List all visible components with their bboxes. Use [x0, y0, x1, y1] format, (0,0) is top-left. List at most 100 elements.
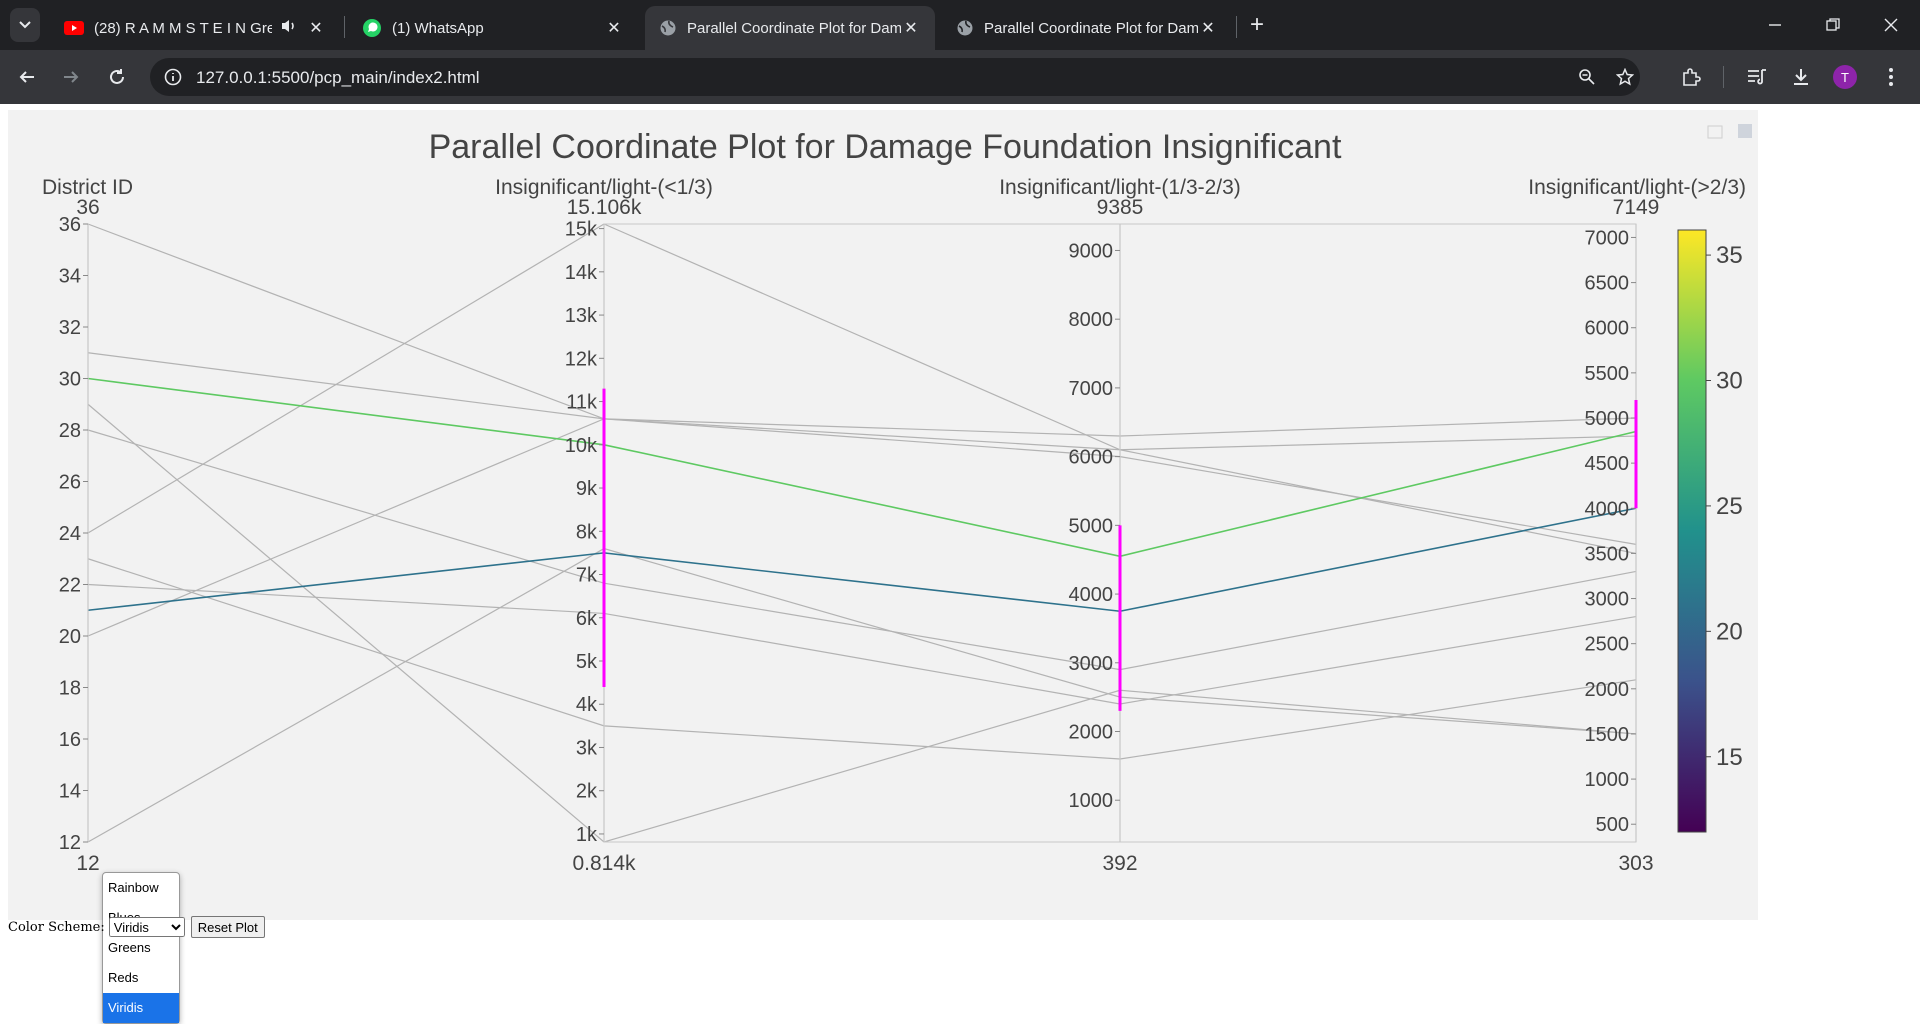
- tick-label: 24: [59, 523, 81, 545]
- dropdown-option[interactable]: Reds: [103, 963, 179, 993]
- plotly-logo-icon[interactable]: [1738, 124, 1752, 138]
- tick-label: 10k: [565, 435, 598, 457]
- star-icon[interactable]: [1616, 68, 1634, 86]
- minimize-button[interactable]: [1760, 10, 1790, 40]
- color-scheme-dropdown-list[interactable]: Rainbow Blues Greens Reds Viridis: [102, 872, 180, 1024]
- tick-label: 1500: [1585, 724, 1630, 746]
- tick-label: 13k: [565, 305, 598, 327]
- chevron-down-icon: [19, 21, 31, 29]
- tab-pcp[interactable]: Parallel Coordinate Plot for Dam ✕: [942, 6, 1232, 50]
- forward-button[interactable]: [56, 62, 86, 92]
- tab-youtube[interactable]: (28) R A M M S T E I N Great ✕: [50, 6, 340, 50]
- tick-label: 7000: [1069, 378, 1114, 400]
- back-button[interactable]: [12, 62, 42, 92]
- download-icon: [1794, 69, 1808, 85]
- polyline: [87, 223, 1637, 554]
- modebar: [1707, 124, 1752, 139]
- media-control-button[interactable]: [1742, 62, 1772, 92]
- colorbar-tick-label: 20: [1716, 618, 1743, 645]
- tick-label: 7000: [1585, 227, 1630, 249]
- url-text[interactable]: 127.0.0.1:5500/pcp_main/index2.html: [196, 68, 480, 88]
- restore-icon: [1826, 18, 1840, 31]
- tick-label: 9k: [576, 478, 598, 500]
- polyline: [87, 547, 1637, 843]
- tab-pcp-active[interactable]: Parallel Coordinate Plot for Dam ✕: [645, 6, 935, 50]
- reset-plot-button[interactable]: Reset Plot: [190, 916, 265, 938]
- tick-label: 4500: [1585, 453, 1630, 475]
- downloads-button[interactable]: [1786, 62, 1816, 92]
- tick-label: 2500: [1585, 634, 1630, 656]
- polyline: [87, 583, 1637, 705]
- tick-label: 5000: [1069, 515, 1114, 537]
- close-icon[interactable]: ✕: [1198, 18, 1218, 38]
- axis-range-bottom: 0.814k: [572, 852, 636, 875]
- tick-label: 5k: [576, 651, 598, 673]
- dropdown-option-selected[interactable]: Viridis: [103, 993, 179, 1023]
- tab-whatsapp[interactable]: (1) WhatsApp ✕: [348, 6, 638, 50]
- menu-button[interactable]: [1876, 62, 1906, 92]
- audio-playing-icon[interactable]: [280, 18, 298, 38]
- colorbar-tick-label: 35: [1716, 242, 1743, 269]
- tick-label: 22: [59, 575, 81, 597]
- tab-search-button[interactable]: [10, 8, 40, 42]
- reload-button[interactable]: [102, 62, 132, 92]
- tab-separator: [1236, 16, 1237, 38]
- tick-label: 1000: [1069, 790, 1114, 812]
- tab-title: Parallel Coordinate Plot for Dam: [687, 19, 901, 37]
- toolbar-separator: [1723, 66, 1724, 88]
- dropdown-option[interactable]: Rainbow: [103, 873, 179, 903]
- extensions-button[interactable]: [1676, 62, 1706, 92]
- color-scheme-label: Color Scheme:: [8, 919, 105, 935]
- tick-label: 26: [59, 472, 81, 494]
- tick-label: 6k: [576, 608, 598, 630]
- tick-label: 14k: [565, 262, 598, 284]
- tick-label: 34: [59, 266, 81, 288]
- tick-label: 20: [59, 626, 81, 648]
- colorbar-tick-label: 30: [1716, 368, 1743, 395]
- tick-label: 2000: [1069, 721, 1114, 743]
- zoom-icon[interactable]: [1578, 68, 1596, 86]
- axis[interactable]: Insignificant/light-(1/3-2/3)93853921000…: [999, 176, 1241, 875]
- close-window-button[interactable]: [1876, 10, 1906, 40]
- tick-label: 4000: [1069, 584, 1114, 606]
- new-tab-button[interactable]: +: [1242, 10, 1272, 40]
- polyline: [87, 223, 1637, 534]
- axis[interactable]: District ID36121214161820222426283032343…: [42, 176, 133, 875]
- tick-label: 16: [59, 729, 81, 751]
- axis[interactable]: Insignificant/light-(<1/3)15.106k0.814k1…: [495, 176, 713, 875]
- tick-label: 8000: [1069, 309, 1114, 331]
- tick-label: 14: [59, 781, 81, 803]
- tick-label: 500: [1596, 814, 1629, 836]
- close-icon[interactable]: ✕: [901, 18, 921, 38]
- axis[interactable]: Insignificant/light-(>2/3)71493035001000…: [1528, 176, 1746, 875]
- globe-icon: [957, 20, 973, 36]
- tick-label: 11k: [566, 392, 598, 414]
- browser-tab-bar: (28) R A M M S T E I N Great ✕ (1) Whats…: [0, 0, 1920, 50]
- axis-range-top: 7149: [1613, 196, 1660, 219]
- tick-label: 6000: [1069, 447, 1114, 469]
- close-icon[interactable]: ✕: [604, 18, 624, 38]
- omnibox[interactable]: 127.0.0.1:5500/pcp_main/index2.html: [150, 58, 1640, 96]
- camera-icon[interactable]: [1707, 125, 1723, 139]
- restore-button[interactable]: [1818, 10, 1848, 40]
- tick-label: 32: [59, 317, 81, 339]
- tab-separator: [344, 16, 345, 38]
- axis-range-top: 15.106k: [567, 196, 642, 219]
- tick-label: 2000: [1585, 679, 1630, 701]
- minimize-icon: [1769, 24, 1781, 26]
- arrow-right-icon: [64, 71, 79, 83]
- tick-label: 18: [59, 678, 81, 700]
- tab-title: (1) WhatsApp: [392, 19, 484, 37]
- polyline-highlighted: [87, 377, 1637, 558]
- profile-button[interactable]: T: [1830, 62, 1860, 92]
- info-icon[interactable]: [164, 68, 182, 86]
- color-scheme-select[interactable]: Rainbow Blues Greens Reds Viridis: [108, 917, 185, 937]
- parallel-coordinates-chart[interactable]: Parallel Coordinate Plot for Damage Foun…: [8, 110, 1758, 920]
- globe-icon: [660, 20, 676, 36]
- tick-label: 5500: [1585, 363, 1630, 385]
- tick-label: 15k: [565, 219, 598, 241]
- axis-range-top: 9385: [1097, 196, 1144, 219]
- tick-label: 12: [59, 832, 81, 854]
- close-icon[interactable]: ✕: [306, 18, 326, 38]
- tick-label: 8k: [576, 521, 598, 543]
